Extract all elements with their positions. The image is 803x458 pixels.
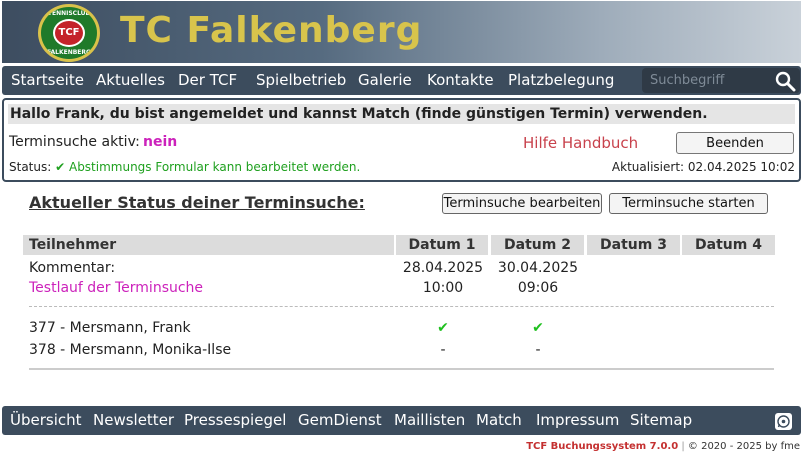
- vote-check-icon: ✔: [437, 320, 449, 336]
- header-participant: Teilnehmer: [23, 235, 394, 255]
- main-navigation: Startseite Aktuelles Der TCF Spielbetrie…: [2, 66, 801, 95]
- comment-label: Kommentar:: [29, 260, 116, 276]
- vote-check-icon: ✔: [532, 320, 544, 336]
- participant-name: 377 - Mersmann, Frank: [29, 320, 191, 336]
- copyright-text: © 2020 - 2025 by fme: [687, 441, 800, 452]
- nav-item-aktuelles[interactable]: Aktuelles: [96, 66, 165, 95]
- club-logo[interactable]: TENNISCLUB TCF FALKENBERG: [38, 4, 100, 62]
- table-bottom-border: [29, 368, 774, 370]
- status-line: Status: ✔ Abstimmungs Formular kann bear…: [9, 160, 360, 174]
- site-title: TC Falkenberg: [120, 10, 423, 51]
- footer-item-newsletter[interactable]: Newsletter: [93, 406, 174, 435]
- edit-search-button[interactable]: Terminsuche bearbeiten: [442, 193, 602, 214]
- site-header: TENNISCLUB TCF FALKENBERG TC Falkenberg: [2, 1, 801, 63]
- header-date-2: Datum 2: [491, 235, 584, 255]
- vote-none: -: [440, 342, 446, 358]
- footer-item-sitemap[interactable]: Sitemap: [630, 406, 692, 435]
- footer-navigation: Übersicht Newsletter Pressespiegel GemDi…: [2, 406, 801, 435]
- start-search-button[interactable]: Terminsuche starten: [609, 193, 768, 214]
- updated-value: 02.04.2025 10:02: [687, 160, 795, 174]
- nav-item-platzbelegung[interactable]: Platzbelegung: [508, 66, 614, 95]
- whatsapp-icon[interactable]: [775, 413, 792, 430]
- search-icon[interactable]: [774, 70, 796, 92]
- nav-item-galerie[interactable]: Galerie: [358, 66, 412, 95]
- end-button[interactable]: Beenden: [676, 132, 794, 154]
- footer-item-match[interactable]: Match: [476, 406, 522, 435]
- search-active-label: Terminsuche aktiv:: [9, 134, 140, 150]
- footer-item-impressum[interactable]: Impressum: [536, 406, 619, 435]
- search-status-title: Aktueller Status deiner Terminsuche:: [29, 193, 365, 212]
- system-version[interactable]: TCF Buchungssystem 7.0.0: [526, 441, 678, 452]
- help-manual-link[interactable]: Hilfe Handbuch: [523, 134, 638, 152]
- status-text: ✔ Abstimmungs Formular kann bearbeitet w…: [55, 160, 361, 174]
- logo-text-top: TENNISCLUB: [47, 10, 91, 17]
- greeting-message: Hallo Frank, du bist angemeldet und kann…: [8, 104, 795, 124]
- date-1-time: 10:00: [422, 280, 464, 296]
- table-separator: [29, 306, 774, 307]
- status-label: Status:: [9, 160, 52, 174]
- copyright-line: TCF Buchungssystem 7.0.0 | © 2020 - 2025…: [526, 441, 800, 452]
- participant-name: 378 - Mersmann, Monika-Ilse: [29, 342, 232, 358]
- nav-item-der-tcf[interactable]: Der TCF: [178, 66, 237, 95]
- header-date-4: Datum 4: [682, 235, 775, 255]
- logo-center-text: TCF: [53, 19, 85, 47]
- nav-item-startseite[interactable]: Startseite: [11, 66, 84, 95]
- nav-item-spielbetrieb[interactable]: Spielbetrieb: [256, 66, 346, 95]
- nav-item-kontakte[interactable]: Kontakte: [427, 66, 494, 95]
- footer-item-gemdienst[interactable]: GemDienst: [298, 406, 382, 435]
- search-box: [642, 68, 800, 93]
- footer-item-pressespiegel[interactable]: Pressespiegel: [184, 406, 286, 435]
- comment-text: Testlauf der Terminsuche: [29, 280, 204, 296]
- footer-item-maillisten[interactable]: Maillisten: [394, 406, 465, 435]
- header-date-3: Datum 3: [587, 235, 680, 255]
- vote-none: -: [535, 342, 541, 358]
- date-1-date: 28.04.2025: [402, 260, 484, 276]
- date-2-time: 09:06: [517, 280, 559, 296]
- updated-timestamp: Aktualisiert: 02.04.2025 10:02: [612, 160, 795, 174]
- search-input[interactable]: [642, 68, 762, 93]
- date-2-date: 30.04.2025: [497, 260, 579, 276]
- user-info-panel: Hallo Frank, du bist angemeldet und kann…: [2, 98, 801, 182]
- footer-item-uebersicht[interactable]: Übersicht: [10, 406, 82, 435]
- header-date-1: Datum 1: [396, 235, 488, 255]
- logo-text-bottom: FALKENBERG: [47, 49, 91, 56]
- updated-label: Aktualisiert:: [611, 160, 685, 174]
- search-active-value: nein: [143, 134, 178, 150]
